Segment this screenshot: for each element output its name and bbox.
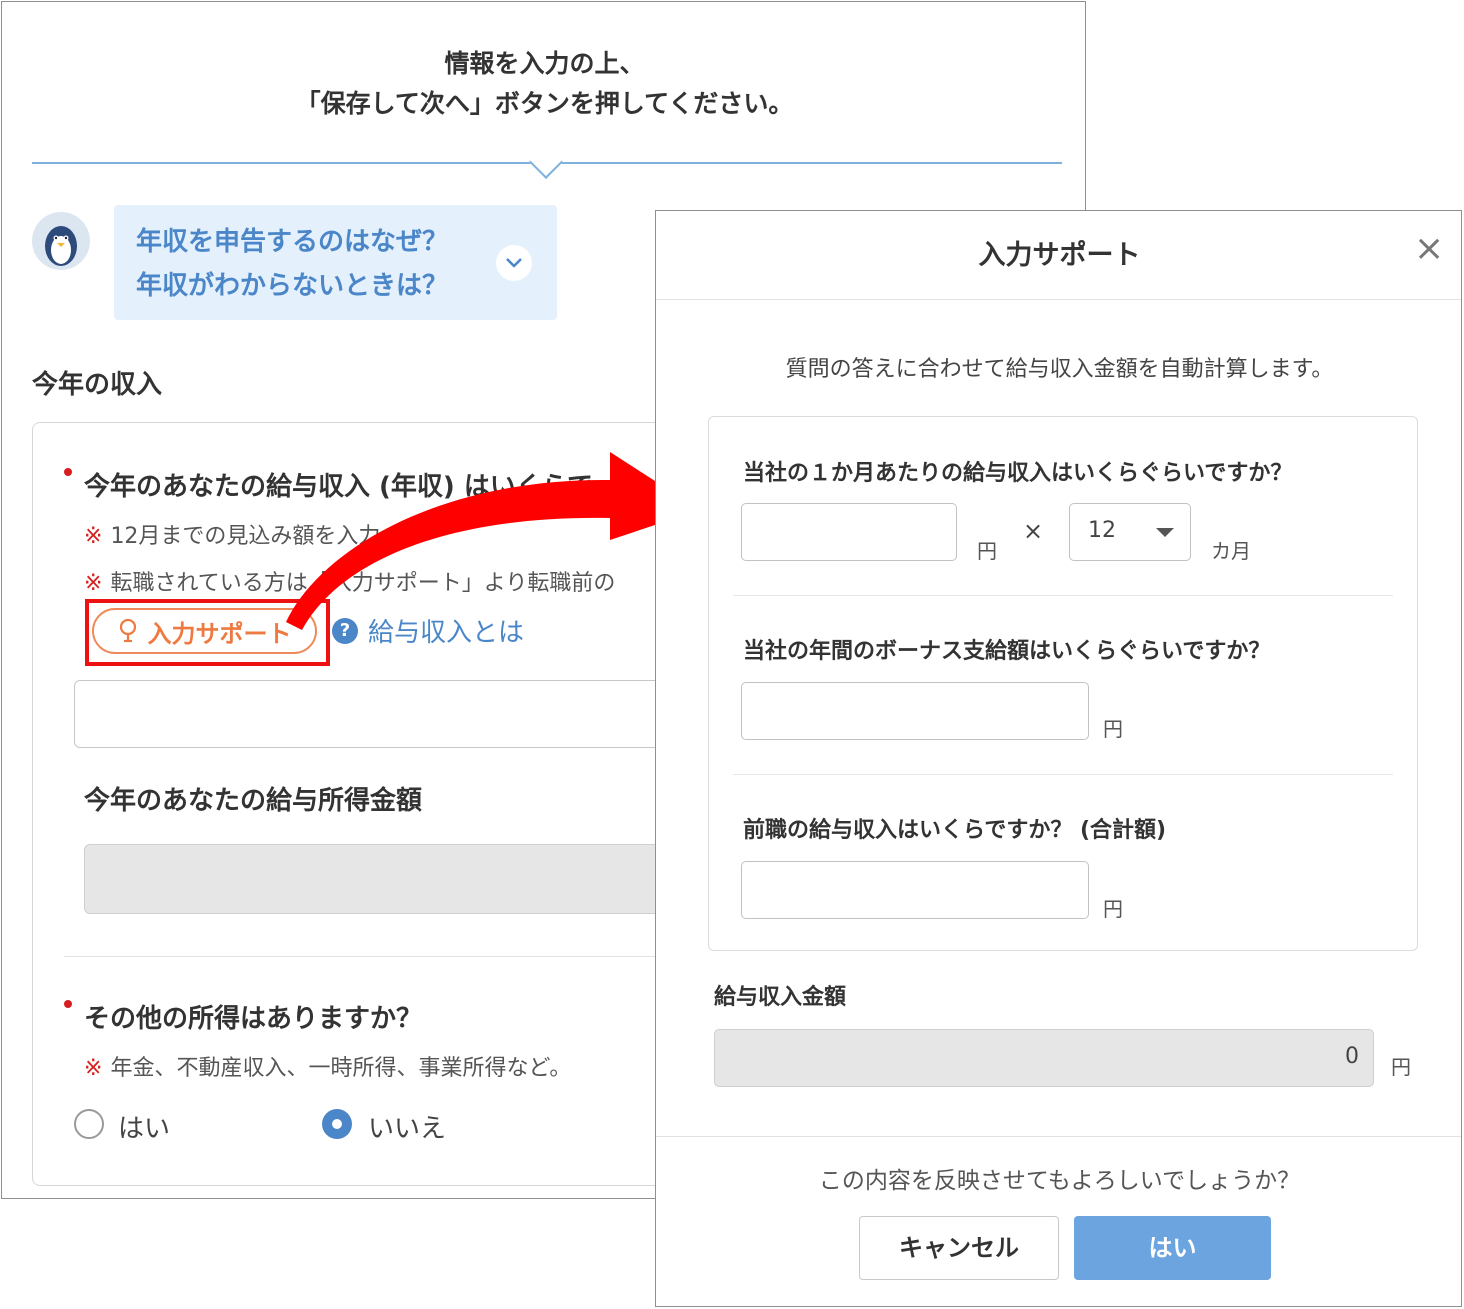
salary-total-field: 0 bbox=[714, 1029, 1374, 1087]
faq-question-2[interactable]: 年収がわからないときは？ bbox=[136, 265, 448, 302]
unit-yen: 円 bbox=[1391, 1055, 1411, 1079]
chevron-down-icon bbox=[506, 258, 522, 268]
penguin-avatar-icon bbox=[32, 212, 90, 270]
other-income-question: その他の所得はありますか？ bbox=[84, 1004, 423, 1034]
modal-question-card: 当社の１か月あたりの給与収入はいくらぐらいですか？ 円 × 12 カ月 当社の年… bbox=[708, 416, 1418, 951]
input-support-modal: 入力サポート × 質問の答えに合わせて給与収入金額を自動計算します。 当社の１か… bbox=[655, 210, 1462, 1307]
unit-yen: 円 bbox=[1103, 717, 1123, 741]
modal-footer-divider bbox=[656, 1136, 1461, 1137]
radio-yes[interactable] bbox=[74, 1109, 104, 1139]
unit-yen: 円 bbox=[977, 539, 997, 563]
section-title: 今年の収入 bbox=[32, 370, 163, 400]
card-divider bbox=[64, 956, 684, 957]
caret-down-icon bbox=[1156, 528, 1174, 537]
salary-total-label: 給与収入金額 bbox=[714, 985, 847, 1010]
bonus-question: 当社の年間のボーナス支給額はいくらぐらいですか？ bbox=[743, 639, 1271, 664]
salary-total-value: 0 bbox=[1345, 1044, 1359, 1069]
unit-months: カ月 bbox=[1211, 539, 1251, 563]
multiply-sign: × bbox=[1023, 517, 1044, 545]
faq-bubble[interactable]: 年収を申告するのはなぜ？ 年収がわからないときは？ bbox=[114, 205, 557, 320]
modal-header-divider bbox=[656, 299, 1461, 300]
monthly-salary-input[interactable] bbox=[741, 503, 957, 561]
annual-income-input[interactable] bbox=[74, 680, 694, 748]
bonus-input[interactable] bbox=[741, 682, 1089, 740]
required-mark bbox=[64, 468, 72, 476]
salary-income-label: 今年のあなたの給与所得金額 bbox=[84, 786, 423, 816]
instruction-line-2: 「保存して次へ」ボタンを押してください。 bbox=[295, 89, 794, 118]
months-value: 12 bbox=[1088, 518, 1116, 543]
close-icon[interactable]: × bbox=[1414, 231, 1444, 267]
faq-expand-button[interactable] bbox=[496, 245, 532, 281]
modal-description: 質問の答えに合わせて給与収入金額を自動計算します。 bbox=[785, 357, 1334, 382]
confirm-message: この内容を反映させてもよろしいでしょうか？ bbox=[818, 1168, 1301, 1194]
required-mark bbox=[64, 1000, 72, 1008]
unit-yen: 円 bbox=[1103, 897, 1123, 921]
modal-title: 入力サポート bbox=[978, 240, 1141, 271]
salary-income-readonly-field bbox=[84, 844, 694, 914]
divider-notch bbox=[529, 145, 563, 179]
radio-no-label[interactable]: いいえ bbox=[368, 1108, 446, 1145]
radio-no-selected[interactable] bbox=[322, 1109, 352, 1139]
yes-button[interactable]: はい bbox=[1074, 1216, 1271, 1280]
months-select[interactable]: 12 bbox=[1069, 503, 1191, 561]
previous-job-income-input[interactable] bbox=[741, 861, 1089, 919]
other-income-note: ※ 年金、不動産収入、一時所得、事業所得など。 bbox=[84, 1056, 572, 1081]
question-divider bbox=[733, 595, 1393, 596]
radio-yes-label[interactable]: はい bbox=[118, 1108, 170, 1145]
question-divider bbox=[733, 774, 1393, 775]
red-arrow-icon bbox=[286, 452, 700, 630]
previous-job-question: 前職の給与収入はいくらですか？ (合計額) bbox=[743, 818, 1167, 843]
instruction-line-1: 情報を入力の上、 bbox=[444, 49, 645, 78]
cancel-button[interactable]: キャンセル bbox=[859, 1216, 1059, 1280]
monthly-salary-question: 当社の１か月あたりの給与収入はいくらぐらいですか？ bbox=[743, 461, 1293, 486]
faq-question-1[interactable]: 年収を申告するのはなぜ？ bbox=[136, 221, 448, 258]
